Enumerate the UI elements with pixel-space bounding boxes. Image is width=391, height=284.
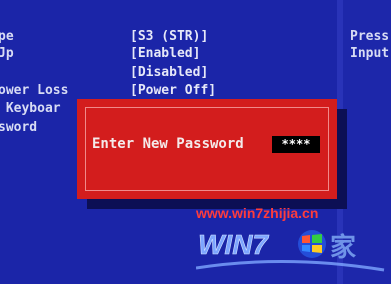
windows-flag-icon (298, 230, 326, 258)
password-prompt: Enter New Password (92, 136, 244, 152)
setting-value-power-off[interactable]: [Power Off] (130, 83, 216, 98)
setting-label-power-loss[interactable]: ower Loss (0, 83, 68, 98)
watermark-url: www.win7zhijia.cn (196, 205, 319, 221)
setting-label-password[interactable]: sword (0, 120, 37, 135)
setting-label-resume[interactable]: Jp (0, 46, 14, 61)
help-line-input: Input (350, 46, 390, 61)
password-dialog: Enter New Password **** (77, 99, 337, 199)
watermark-logo-suffix: 家 (330, 232, 356, 262)
setting-value-suspend[interactable]: [S3 (STR)] (130, 29, 208, 44)
setting-value-disabled[interactable]: [Disabled] (130, 65, 208, 80)
watermark-swoosh (196, 260, 385, 272)
setting-label-suspend-type[interactable]: pe (0, 29, 14, 44)
watermark-logo-text: WIN7 (198, 229, 269, 260)
setting-value-enabled[interactable]: [Enabled] (130, 46, 200, 61)
watermark-logo: WIN7 家 (196, 229, 385, 272)
password-input[interactable]: **** (272, 136, 320, 153)
setting-label-keyboard[interactable]: Keyboar (0, 101, 61, 116)
help-line-press: Press (350, 29, 390, 44)
